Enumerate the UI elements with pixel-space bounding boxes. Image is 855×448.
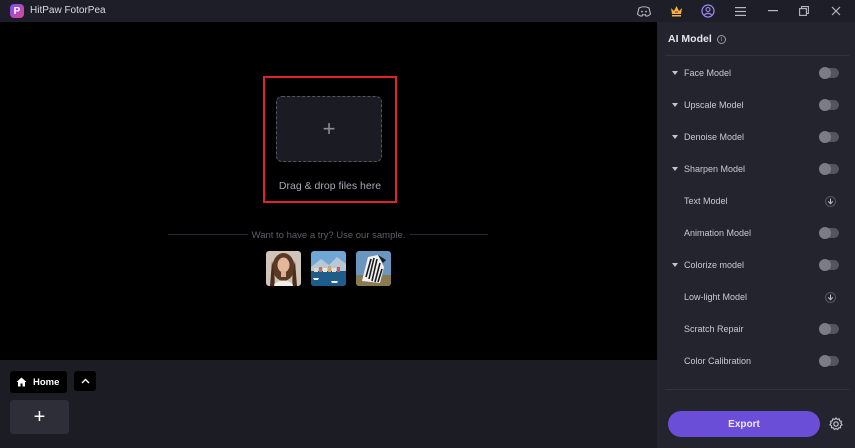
caret-down-icon[interactable] [672, 263, 678, 267]
model-row[interactable]: Upscale Model [657, 95, 855, 115]
gear-icon[interactable] [829, 417, 843, 431]
model-label: Text Model [684, 196, 728, 206]
discord-icon[interactable] [636, 3, 652, 19]
drop-label: Drag & drop files here [278, 180, 382, 192]
model-label: Sharpen Model [684, 164, 746, 174]
model-toggle[interactable] [819, 227, 839, 239]
model-row[interactable]: Face Model [657, 63, 855, 83]
model-label: Denoise Model [684, 132, 745, 142]
download-icon[interactable] [825, 195, 836, 207]
model-row[interactable]: Low-light Model [657, 287, 855, 307]
app-logo-icon: P [10, 4, 24, 18]
caret-down-icon[interactable] [672, 167, 678, 171]
home-tab[interactable]: Home [10, 371, 67, 393]
model-toggle[interactable] [819, 131, 839, 143]
model-row[interactable]: Colorize model [657, 255, 855, 275]
panel-divider-top [665, 55, 849, 56]
sample-thumbnail-portrait[interactable] [266, 251, 301, 286]
panel-title: AI Model i [668, 33, 726, 45]
caret-down-icon[interactable] [672, 71, 678, 75]
model-row[interactable]: Denoise Model [657, 127, 855, 147]
export-button[interactable]: Export [668, 411, 820, 437]
model-label: Face Model [684, 68, 732, 78]
model-label: Upscale Model [684, 100, 744, 110]
close-icon[interactable] [828, 3, 844, 19]
model-label: Color Calibration [684, 356, 752, 366]
model-row[interactable]: Scratch Repair [657, 319, 855, 339]
ai-model-panel: AI Model i Face Model Upscale Model Denois… [657, 22, 855, 448]
home-icon [16, 377, 27, 387]
minimize-icon[interactable] [765, 3, 781, 19]
chevron-up-icon [81, 378, 89, 384]
caret-down-icon[interactable] [672, 135, 678, 139]
model-row[interactable]: Text Model [657, 191, 855, 211]
plus-icon: + [33, 405, 46, 428]
caret-down-icon[interactable] [672, 103, 678, 107]
model-row[interactable]: Color Calibration [657, 351, 855, 371]
main-canvas: + Drag & drop files here Want to have a … [0, 22, 657, 360]
add-file-button[interactable]: + [10, 400, 69, 434]
crown-icon[interactable] [668, 3, 684, 19]
panel-title-text: AI Model [668, 33, 712, 45]
model-toggle[interactable] [819, 99, 839, 111]
model-row[interactable]: Sharpen Model [657, 159, 855, 179]
bottom-bar: Home + [0, 360, 657, 448]
panel-divider-bottom [665, 389, 849, 390]
collapse-button[interactable] [74, 371, 96, 391]
model-label: Animation Model [684, 228, 752, 238]
restore-icon[interactable] [796, 3, 812, 19]
sample-thumbnail-zebra[interactable] [356, 251, 391, 286]
model-row[interactable]: Animation Model [657, 223, 855, 243]
sample-prompt: Want to have a try? Use our sample. [251, 230, 406, 241]
info-icon[interactable]: i [716, 34, 726, 44]
app-window: P HitPaw FotorPea + Drag & drop files he… [0, 0, 855, 448]
file-drop-zone[interactable]: + [276, 96, 382, 162]
account-icon[interactable] [700, 3, 716, 19]
download-icon[interactable] [825, 291, 836, 303]
model-label: Low-light Model [684, 292, 748, 302]
title-bar: P HitPaw FotorPea [0, 0, 855, 22]
model-toggle[interactable] [819, 355, 839, 367]
app-title: HitPaw FotorPea [30, 5, 106, 16]
model-toggle[interactable] [819, 323, 839, 335]
home-label: Home [33, 376, 60, 388]
model-label: Scratch Repair [684, 324, 744, 334]
sample-thumbnail-coastal-town[interactable] [311, 251, 346, 286]
model-toggle[interactable] [819, 163, 839, 175]
model-toggle[interactable] [819, 259, 839, 271]
model-label: Colorize model [684, 260, 745, 270]
model-toggle[interactable] [819, 67, 839, 79]
add-file-icon: + [322, 116, 336, 141]
menu-icon[interactable] [732, 3, 748, 19]
